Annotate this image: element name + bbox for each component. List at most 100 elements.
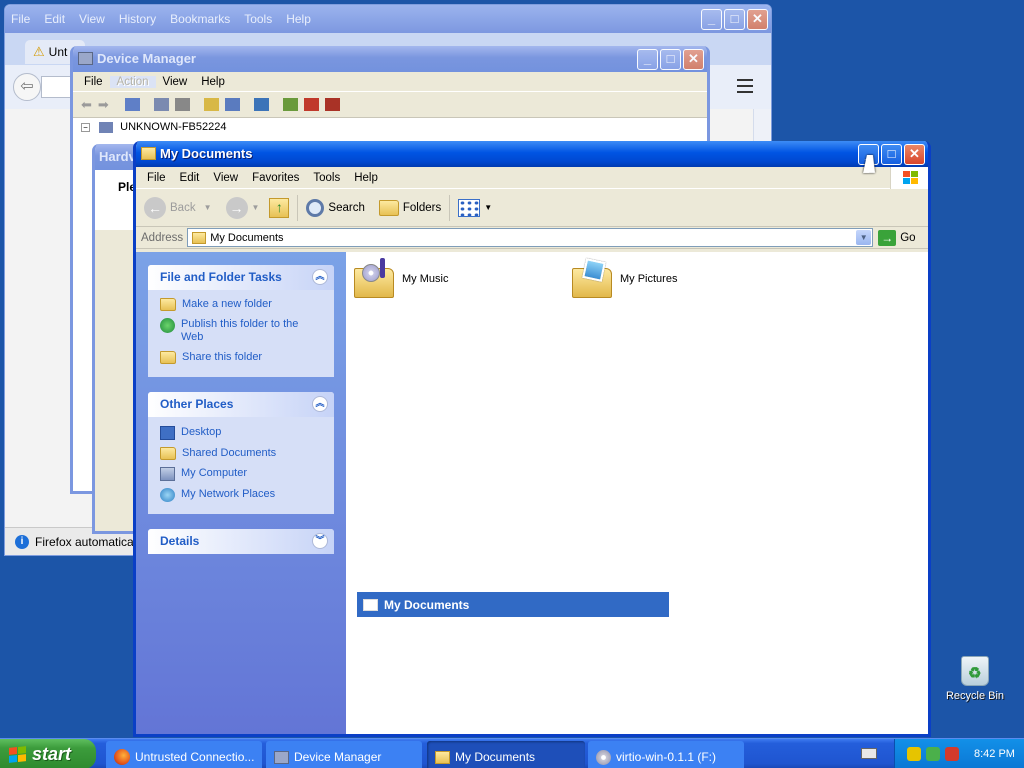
- file-list-area[interactable]: My Music My Pictures My Documents: [346, 252, 928, 734]
- disable-device-icon[interactable]: [324, 98, 340, 111]
- maximize-button[interactable]: □: [881, 144, 902, 165]
- firefox-menu-file[interactable]: File: [11, 12, 30, 26]
- firefox-menu-tools[interactable]: Tools: [244, 12, 272, 26]
- firefox-menu-edit[interactable]: Edit: [44, 12, 65, 26]
- file-item-my-pictures[interactable]: My Pictures: [570, 258, 677, 300]
- menu-tools[interactable]: Tools: [306, 172, 347, 184]
- tree-expander[interactable]: −: [81, 123, 90, 132]
- close-button[interactable]: ✕: [747, 9, 768, 30]
- my-documents-titlebar[interactable]: My Documents _ □ ✕: [136, 141, 928, 167]
- uninstall-icon[interactable]: [303, 98, 319, 111]
- back-button[interactable]: ← Back ▼: [144, 196, 212, 219]
- pictures-folder-icon: [570, 258, 614, 300]
- scan-hardware-icon[interactable]: [253, 98, 269, 111]
- task-share-folder[interactable]: Share this folder: [160, 351, 334, 364]
- forward-button[interactable]: → ▼: [225, 196, 260, 219]
- go-label: Go: [900, 231, 916, 244]
- device-manager-title: Device Manager: [97, 51, 196, 66]
- info-icon: i: [15, 534, 29, 549]
- toolbar-separator: [449, 194, 451, 221]
- place-my-computer[interactable]: My Computer: [160, 467, 334, 481]
- keyboard-icon[interactable]: [861, 748, 877, 759]
- back-arrow-icon[interactable]: ⬅: [81, 97, 92, 113]
- close-button[interactable]: ✕: [904, 144, 925, 165]
- place-label: Desktop: [181, 426, 222, 438]
- minimize-button[interactable]: _: [701, 9, 722, 30]
- security-shield-icon[interactable]: [907, 747, 921, 761]
- file-folder-tasks-panel: File and Folder Tasks ︽ Make a new folde…: [148, 265, 334, 377]
- my-documents-icon: [192, 231, 207, 244]
- collapse-chevron-icon[interactable]: ︽: [312, 269, 328, 285]
- other-places-header[interactable]: Other Places ︽: [148, 392, 334, 417]
- computer-icon: [78, 52, 93, 65]
- other-places-panel: Other Places ︽ Desktop Shared Documents …: [148, 392, 334, 514]
- file-item-my-music[interactable]: My Music: [352, 258, 448, 300]
- tree-root-label[interactable]: UNKNOWN-FB52224: [120, 121, 226, 133]
- view-icon[interactable]: [224, 98, 240, 111]
- address-dropdown-icon[interactable]: ▼: [856, 230, 872, 245]
- dm-menu-action[interactable]: Action: [109, 75, 156, 88]
- menu-help[interactable]: Help: [347, 172, 385, 184]
- menu-edit[interactable]: Edit: [173, 172, 207, 184]
- place-my-network-places[interactable]: My Network Places: [160, 488, 334, 502]
- details-header[interactable]: Details ︾: [148, 529, 334, 554]
- go-button[interactable]: → Go: [878, 229, 916, 246]
- firefox-menu-view[interactable]: View: [79, 12, 105, 26]
- file-folder-tasks-title: File and Folder Tasks: [160, 270, 282, 284]
- up-folder-button[interactable]: ↑: [269, 197, 290, 218]
- views-button[interactable]: ▼: [458, 198, 492, 217]
- taskbar-item-virtio[interactable]: virtio-win-0.1.1 (F:): [588, 741, 744, 768]
- maximize-button[interactable]: □: [660, 49, 681, 70]
- music-folder-icon: [352, 258, 396, 300]
- task-label: Make a new folder: [182, 298, 272, 310]
- close-button[interactable]: ✕: [683, 49, 704, 70]
- menu-view[interactable]: View: [206, 172, 245, 184]
- search-button[interactable]: Search: [306, 198, 365, 217]
- alert-shield-icon[interactable]: [945, 747, 959, 761]
- dropdown-arrow-icon[interactable]: ▼: [252, 203, 260, 212]
- computer-node-icon: [99, 121, 114, 133]
- minimize-button[interactable]: _: [637, 49, 658, 70]
- expand-chevron-icon[interactable]: ︾: [312, 533, 328, 549]
- task-make-new-folder[interactable]: Make a new folder: [160, 298, 334, 311]
- taskbar-item-label: virtio-win-0.1.1 (F:): [616, 750, 717, 764]
- forward-arrow-icon[interactable]: ➡: [98, 97, 109, 113]
- taskbar-item-device-manager[interactable]: Device Manager: [266, 741, 422, 768]
- help-icon[interactable]: [203, 98, 219, 111]
- clock: 8:42 PM: [974, 748, 1015, 760]
- network-places-icon: [160, 488, 175, 502]
- dm-menu-help[interactable]: Help: [194, 76, 232, 88]
- file-folder-tasks-header[interactable]: File and Folder Tasks ︽: [148, 265, 334, 290]
- dm-menu-view[interactable]: View: [156, 76, 195, 88]
- selection-label-bar[interactable]: My Documents: [357, 592, 669, 617]
- console-tree-icon[interactable]: [124, 98, 140, 111]
- place-shared-documents[interactable]: Shared Documents: [160, 447, 334, 460]
- place-desktop[interactable]: Desktop: [160, 426, 334, 440]
- recycle-bin-desktop-icon[interactable]: ♻ Recycle Bin: [940, 656, 1010, 702]
- start-button[interactable]: start: [0, 739, 96, 768]
- dropdown-arrow-icon[interactable]: ▼: [204, 203, 212, 212]
- menu-favorites[interactable]: Favorites: [245, 172, 306, 184]
- device-manager-titlebar[interactable]: Device Manager _ □ ✕: [73, 46, 707, 72]
- firefox-menu-help[interactable]: Help: [286, 12, 311, 26]
- firefox-menu-history[interactable]: History: [119, 12, 156, 26]
- maximize-button[interactable]: □: [724, 9, 745, 30]
- taskbar-item-firefox[interactable]: Untrusted Connectio...: [106, 741, 262, 768]
- task-publish-folder[interactable]: Publish this folder to the Web: [160, 318, 334, 344]
- dm-menu-file[interactable]: File: [77, 76, 110, 88]
- collapse-chevron-icon[interactable]: ︽: [312, 396, 328, 412]
- menu-file[interactable]: File: [140, 172, 173, 184]
- address-bar: Address My Documents ▼ → Go: [136, 227, 928, 249]
- folders-button[interactable]: Folders: [378, 199, 441, 216]
- file-name: My Music: [402, 273, 449, 285]
- hamburger-menu-icon[interactable]: [737, 79, 753, 93]
- my-documents-window[interactable]: My Documents _ □ ✕ File Edit View Favori…: [133, 141, 931, 737]
- back-icon[interactable]: ⇦: [13, 73, 41, 101]
- taskbar-item-my-documents[interactable]: My Documents: [427, 741, 585, 768]
- print-icon[interactable]: [174, 98, 190, 111]
- firefox-menu-bookmarks[interactable]: Bookmarks: [170, 12, 230, 26]
- update-driver-icon[interactable]: [282, 98, 298, 111]
- address-field[interactable]: My Documents ▼: [187, 228, 874, 247]
- properties-icon[interactable]: [153, 98, 169, 111]
- network-icon[interactable]: [926, 747, 940, 761]
